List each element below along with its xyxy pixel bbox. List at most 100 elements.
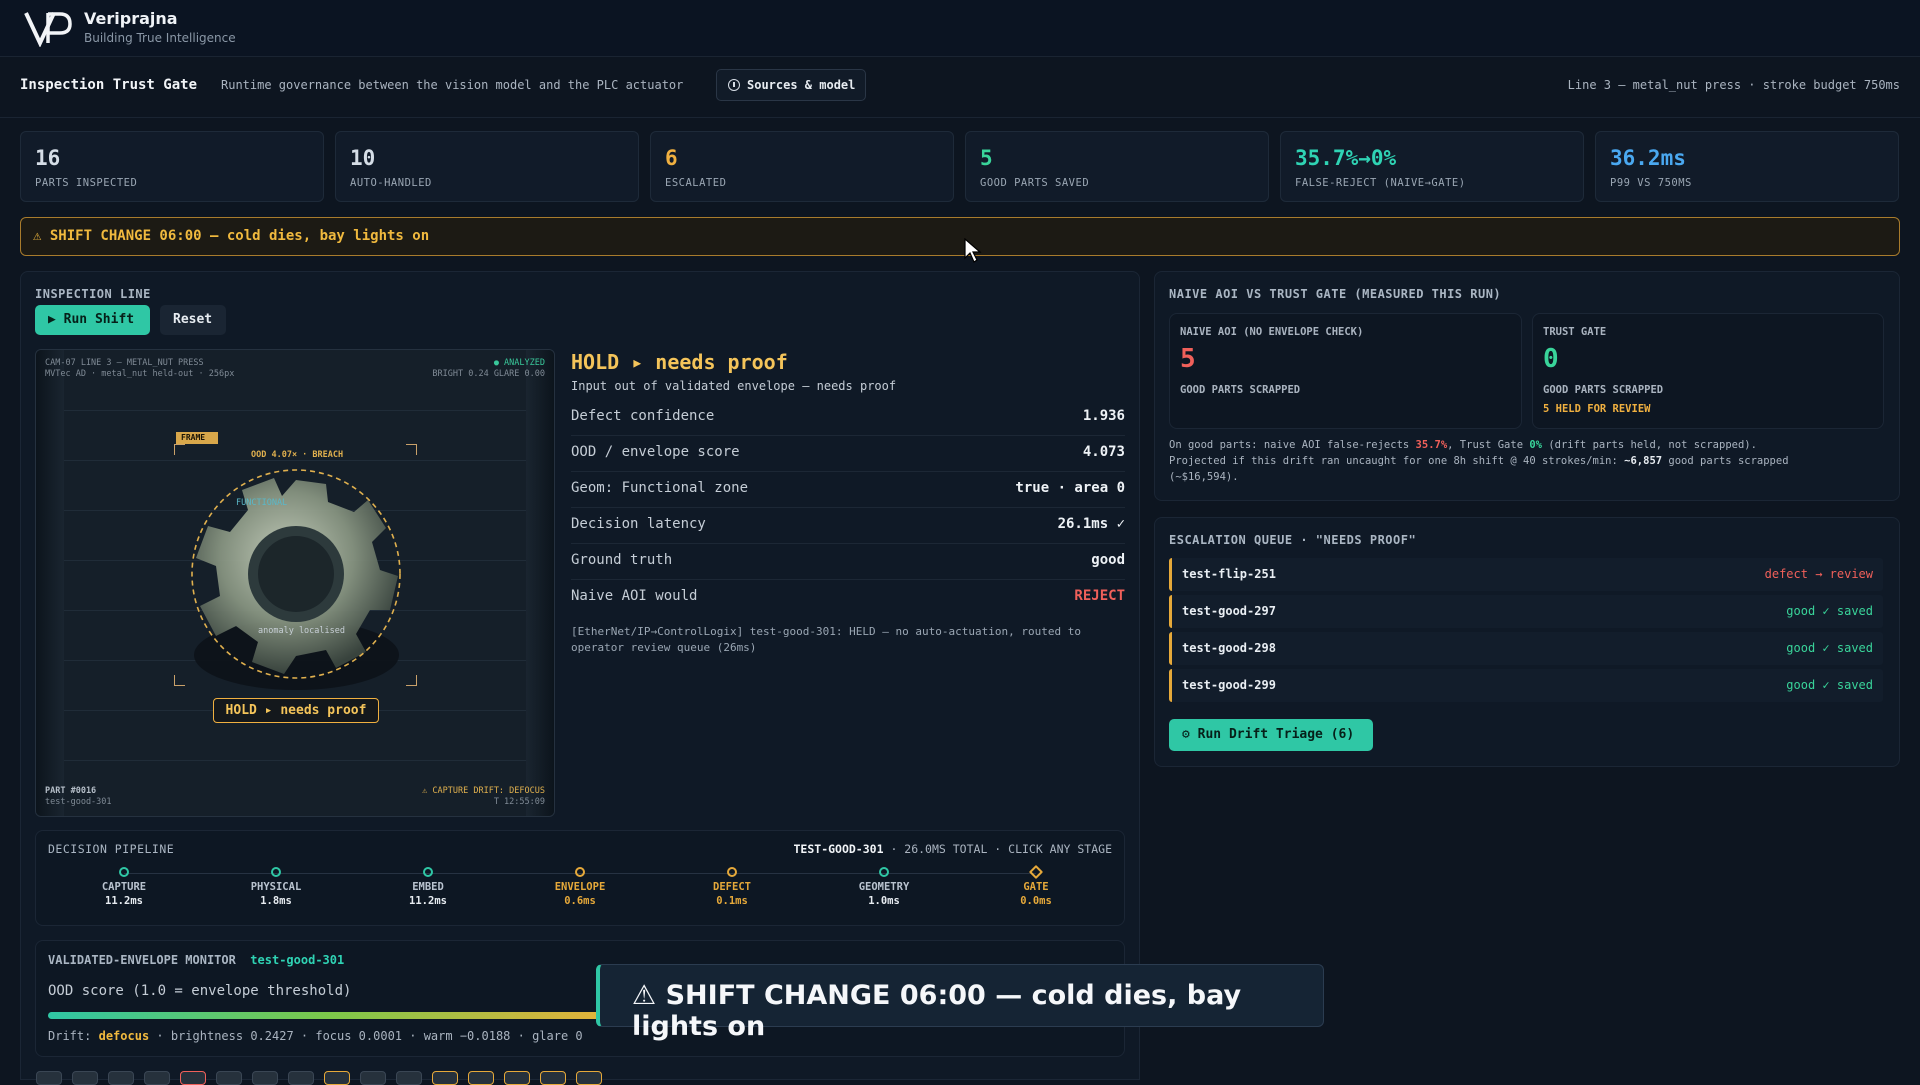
shift-change-banner: ⚠ SHIFT CHANGE 06:00 — cold dies, bay li… [20,217,1900,256]
stage-envelope[interactable]: ENVELOPE 0.6ms [525,867,635,907]
part-thumbnail[interactable] [180,1071,206,1085]
run-drift-triage-button[interactable]: ⚙ Run Drift Triage (6) [1169,719,1373,751]
part-id: test-good-301 [45,797,112,807]
queue-item-id: test-good-298 [1182,641,1276,655]
stage-time: 0.0ms [1020,895,1052,907]
part-thumbnail[interactable] [216,1071,242,1085]
part-thumbnail[interactable] [540,1071,566,1085]
brightness-readout: BRIGHT 0.24 GLARE 0.00 [432,369,545,379]
detail-value: true · area 0 [1015,480,1125,496]
detail-value: 26.1ms ✓ [1057,516,1125,532]
banner-text: ⚠ SHIFT CHANGE 06:00 — cold dies, bay li… [33,228,430,244]
detail-key: Decision latency [571,516,706,532]
kpi-escalated: 6 ESCALATED [650,131,954,202]
part-thumbnail[interactable] [72,1071,98,1085]
capture-drift-warning: ⚠ CAPTURE DRIFT: DEFOCUS [422,786,545,796]
detail-row: Geom: Functional zone true · area 0 [571,471,1125,508]
sources-model-label: Sources & model [747,78,856,92]
stage-name: DEFECT [713,881,751,893]
pipeline-part: TEST-GOOD-301 [793,842,884,856]
shift-change-toast: ⚠ SHIFT CHANGE 06:00 — cold dies, bay li… [596,964,1324,1042]
kpi-value: 6 [665,146,678,170]
stage-time: 1.8ms [260,895,292,907]
hold-tag: HOLD ▸ needs proof [213,698,379,723]
part-thumbnail[interactable] [144,1071,170,1085]
part-thumbnail[interactable] [576,1071,602,1085]
queue-item[interactable]: test-good-299 good ✓ saved [1169,669,1883,702]
ood-score-bar [48,1012,608,1019]
part-thumbnail[interactable] [468,1071,494,1085]
drift-readout: Drift: defocus · brightness 0.2427 · foc… [48,1029,583,1043]
part-thumbnail[interactable] [432,1071,458,1085]
kpi-good-parts-saved: 5 GOOD PARTS SAVED [965,131,1269,202]
detail-key: Geom: Functional zone [571,480,749,496]
monitor-header: VALIDATED-ENVELOPE MONITOR test-good-301 [48,953,344,967]
part-thumbnail[interactable] [396,1071,422,1085]
kpi-value: 10 [350,146,376,170]
kpi-auto-handled: 10 AUTO-HANDLED [335,131,639,202]
trust-gate-card: TRUST GATE 0 GOOD PARTS SCRAPPED 5 HELD … [1532,313,1884,429]
part-thumbnail[interactable] [288,1071,314,1085]
stage-capture[interactable]: CAPTURE 11.2ms [69,867,179,907]
part-thumbnail[interactable] [504,1071,530,1085]
queue-item[interactable]: test-good-297 good ✓ saved [1169,595,1883,628]
queue-item-status: defect → review [1764,567,1873,581]
mouse-cursor-icon [964,238,982,263]
decision-subtitle: Input out of validated envelope — needs … [571,379,897,393]
gate-scrapped-label: GOOD PARTS SCRAPPED [1543,384,1664,396]
frame-label: FRAME [176,432,218,444]
functional-zone-label: FUNCTIONAL [236,498,288,508]
part-thumbnail[interactable] [36,1071,62,1085]
stage-time: 0.6ms [564,895,596,907]
queue-item-id: test-good-299 [1182,678,1276,692]
camera-id: CAM-07 LINE 3 — METAL_NUT PRESS [45,358,204,368]
reset-label: Reset [173,312,213,327]
pipeline-meta: TEST-GOOD-301 · 26.0MS TOTAL · CLICK ANY… [794,842,1113,856]
stage-name: CAPTURE [101,881,147,893]
frame-label-text: FRAME [181,433,206,442]
queue-item-id: test-flip-251 [1182,567,1276,581]
detail-key: OOD / envelope score [571,444,740,460]
detail-row: Naive AOI would REJECT [571,579,1125,615]
reset-button[interactable]: Reset [160,305,226,335]
kpi-false-reject: 35.7%→0% FALSE-REJECT (NAIVE→GATE) [1280,131,1584,202]
queue-item-status: good ✓ saved [1786,678,1873,692]
run-shift-label: ▶ Run Shift [48,312,135,327]
kpi-label: GOOD PARTS SAVED [980,177,1090,189]
projected-cost: (~$16,594). [1169,471,1239,483]
run-shift-button[interactable]: ▶ Run Shift [35,305,150,335]
stage-defect[interactable]: DEFECT 0.1ms [677,867,787,907]
vp-logo-icon [24,12,72,47]
monitor-title: VALIDATED-ENVELOPE MONITOR [48,953,236,967]
sources-model-button[interactable]: Sources & model [716,69,866,101]
part-thumbnail[interactable] [360,1071,386,1085]
detail-row: Decision latency 26.1ms ✓ [571,507,1125,544]
queue-item[interactable]: test-good-298 good ✓ saved [1169,632,1883,665]
brand-name: Veriprajna [84,9,178,28]
stage-gate[interactable]: GATE 0.0ms [981,864,1091,907]
gate-scrapped-value: 0 [1543,344,1559,374]
projected-scrap-count: ~6,857 [1624,455,1663,467]
camera-view[interactable]: CAM-07 LINE 3 — METAL_NUT PRESS MVTec AD… [35,349,555,817]
stage-embed[interactable]: EMBED 11.2ms [373,867,483,907]
info-icon [728,79,740,91]
part-thumbnail[interactable] [108,1071,134,1085]
queue-item-id: test-good-297 [1182,604,1276,618]
anomaly-label: anomaly localised [258,626,345,636]
line-info: Line 3 — metal_nut press · stroke budget… [1567,78,1900,92]
part-thumbnail[interactable] [324,1071,350,1085]
part-thumbnail[interactable] [252,1071,278,1085]
note-text: On good parts: naive AOI false-rejects [1169,439,1416,451]
stage-physical[interactable]: PHYSICAL 1.8ms [221,867,331,907]
note-text: , Trust Gate [1447,439,1530,451]
queue-item[interactable]: test-flip-251 defect → review [1169,558,1883,591]
pipeline-meta-text: · 26.0MS TOTAL · CLICK ANY STAGE [883,842,1112,856]
stage-time: 1.0ms [868,895,900,907]
queue-item-status: good ✓ saved [1786,604,1873,618]
page-title: Inspection Trust Gate [20,77,198,93]
capture-time: T 12:55:09 [493,797,545,807]
camera-dataset: MVTec AD · metal_nut held-out · 256px [45,369,235,379]
detail-row: Ground truth good [571,543,1125,580]
stage-geometry[interactable]: GEOMETRY 1.0ms [829,867,939,907]
naive-scrapped-value: 5 [1180,344,1196,374]
